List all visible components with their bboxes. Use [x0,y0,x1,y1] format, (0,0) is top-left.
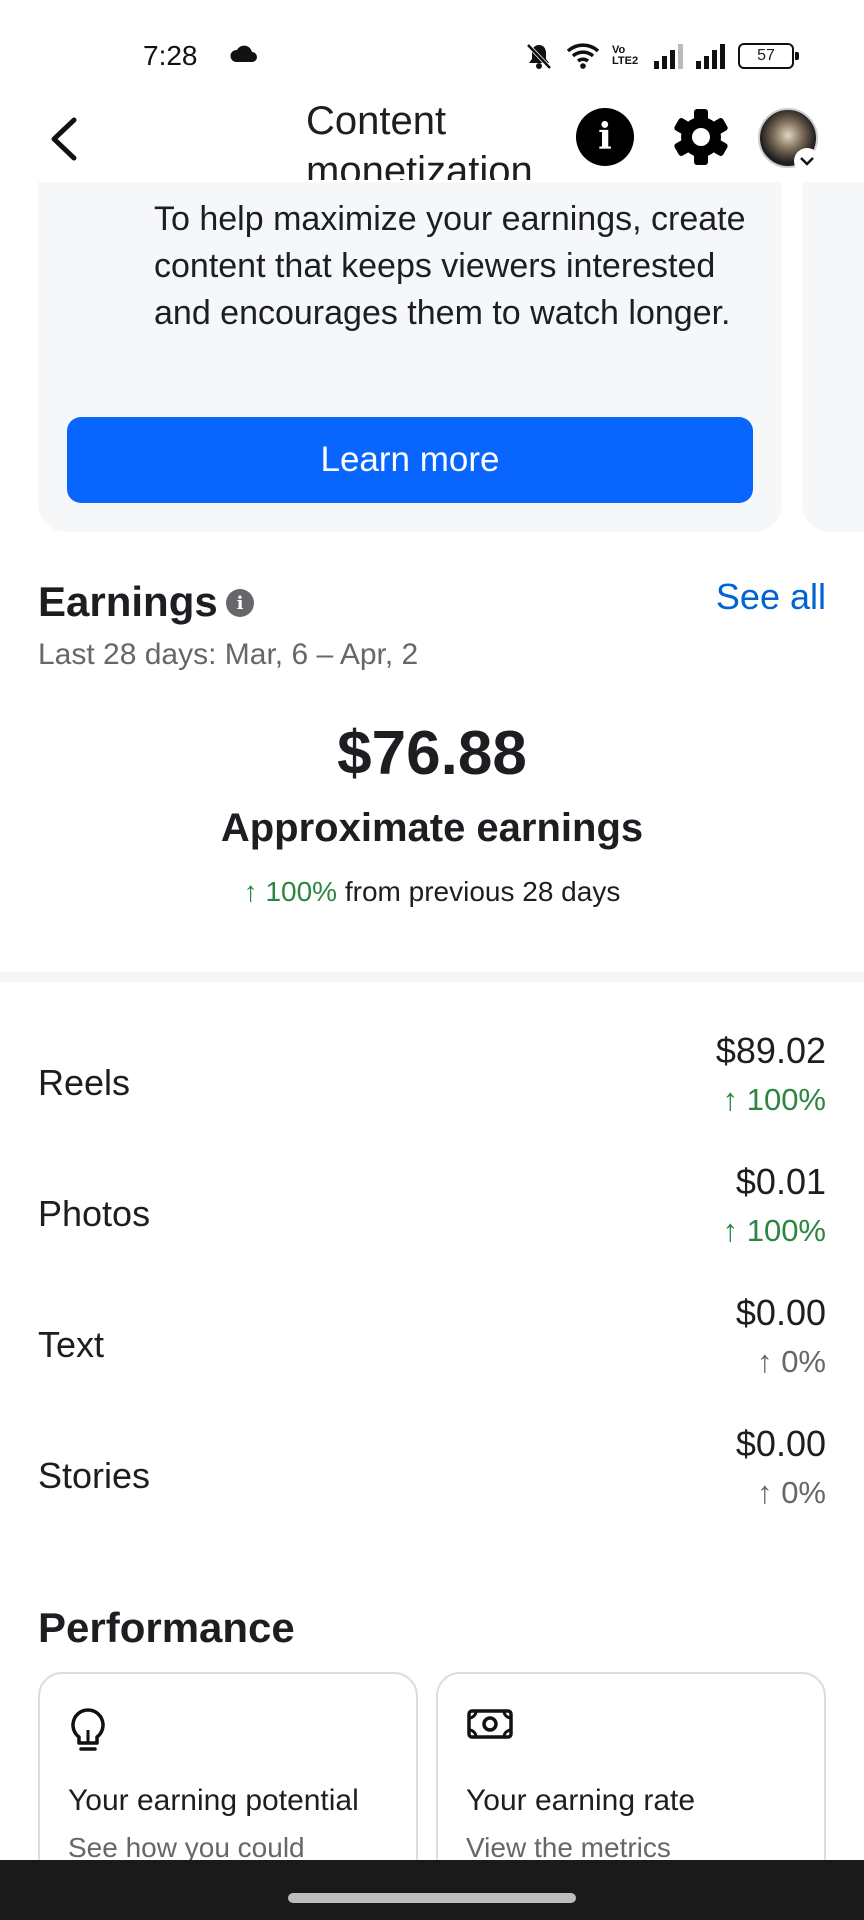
see-all-link[interactable]: See all [716,576,826,618]
card-title: Your earning potential [68,1784,359,1817]
battery-level: 57 [757,47,775,64]
chevron-down-icon[interactable] [794,148,820,174]
breakdown-row-stories[interactable]: Stories $0.00 ↑ 0% [38,1423,826,1533]
signal-icon [654,44,683,69]
row-value: $0.00 [735,1423,826,1464]
status-bar: 7:28 Vo LTE2 57 [0,0,864,100]
earnings-title: Earnings [38,578,218,625]
performance-title: Performance [38,1604,295,1651]
next-tip-card[interactable] [802,150,864,532]
row-change: ↑ 100% [722,1082,826,1117]
page-title: Content monetization [306,99,533,180]
total-earnings: $76.88 [337,719,527,788]
settings-gear-icon[interactable] [670,106,732,168]
status-icons: Vo LTE2 57 [524,40,799,72]
app-header: Content monetization i [0,96,864,182]
period-prefix: Last 28 days: [38,638,217,671]
system-navigation-bar [0,1860,864,1920]
earnings-info-icon[interactable]: i [226,589,254,617]
earnings-change: ↑ 100% from previous 28 days [0,876,864,908]
row-change: ↑ 0% [757,1344,826,1379]
row-value: $0.01 [735,1161,826,1202]
section-divider [0,972,864,982]
back-arrow-icon[interactable] [44,114,84,164]
row-label: Reels [38,1062,131,1103]
row-label: Text [38,1324,105,1365]
row-value: $0.00 [735,1292,826,1333]
total-earnings-label: Approximate earnings [220,806,644,850]
learn-more-button[interactable]: Learn more [67,417,753,503]
lightbulb-icon [71,1708,105,1751]
breakdown-row-text[interactable]: Text $0.00 ↑ 0% [38,1292,826,1402]
arrow-up-icon: ↑ [243,876,258,907]
change-percent: 100% [265,876,338,907]
volte-label: Vo LTE2 [612,44,639,67]
money-icon [467,1709,513,1739]
cloud-icon [230,45,257,62]
bell-muted-icon [526,43,552,70]
card-title: Your earning rate [466,1784,696,1817]
tip-text: To help maximize your earnings, create c… [154,200,746,332]
info-icon: i [598,116,612,158]
row-label: Stories [38,1455,151,1496]
info-button[interactable]: i [576,108,634,166]
signal-icon-2 [696,44,725,69]
row-change: ↑ 0% [757,1475,826,1510]
status-time: 7:28 [143,40,198,71]
breakdown-row-photos[interactable]: Photos $0.01 ↑ 100% [38,1161,826,1271]
breakdown-row-reels[interactable]: Reels $89.02 ↑ 100% [38,1030,826,1140]
period-label: Last 28 days: Mar, 6 – Apr, 2 [38,638,418,672]
row-change: ↑ 100% [722,1213,826,1248]
row-label: Photos [38,1193,151,1234]
battery-indicator: 57 [738,43,799,69]
home-gesture-handle[interactable] [288,1893,576,1903]
period-range: Mar, 6 – Apr, 2 [224,638,419,671]
change-text: from previous 28 days [344,876,621,907]
wifi-icon [566,43,600,69]
row-value: $89.02 [715,1030,826,1071]
